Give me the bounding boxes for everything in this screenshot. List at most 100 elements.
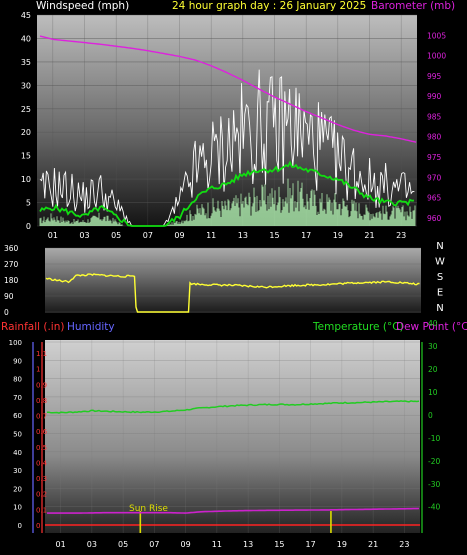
rainfall-tick: 1 — [36, 366, 40, 374]
temperature-tick: 40 — [428, 319, 438, 328]
rain-panel-background — [45, 340, 420, 533]
compass-label: N — [436, 241, 443, 252]
rain-hour-tick: 11 — [212, 540, 222, 549]
barometer-tick: 985 — [427, 112, 442, 121]
humidity-axis-title: Humidity — [67, 321, 115, 333]
barometer-tick-labels: 960 965 970 975 980 985 990 995 1000 1005 — [427, 31, 446, 223]
windspeed-tick: 15 — [21, 152, 31, 161]
temperature-axis-title: Temperature (°C) — [312, 321, 404, 333]
rain-hour-tick: 19 — [337, 540, 347, 549]
temperature-tick-labels: -40 -30 -20 -10 0 10 20 30 40 — [428, 319, 440, 512]
rain-hour-tick: 01 — [56, 540, 66, 549]
rain-hour-tick: 07 — [149, 540, 159, 549]
wind-hour-tick: 13 — [238, 231, 248, 240]
rain-hour-tick: 17 — [306, 540, 316, 549]
humidity-tick: 90 — [13, 357, 22, 365]
compass-label: W — [435, 257, 445, 268]
barometer-tick: 980 — [427, 133, 442, 142]
rainfall-tick: 0.3 — [36, 475, 47, 483]
humidity-tick-labels: 0 10 20 30 40 50 60 70 80 90 100 — [9, 339, 22, 530]
humidity-tick: 10 — [13, 504, 22, 512]
temperature-tick: 30 — [428, 342, 438, 351]
rain-hour-tick: 03 — [87, 540, 97, 549]
windspeed-tick: 5 — [26, 199, 31, 208]
temperature-tick: 20 — [428, 365, 438, 374]
barometer-tick: 995 — [427, 72, 442, 81]
direction-tick: 360 — [4, 244, 19, 253]
windspeed-tick: 40 — [21, 34, 31, 43]
direction-tick: 0 — [4, 308, 9, 317]
direction-tick: 180 — [4, 276, 19, 285]
wind-hour-tick: 05 — [111, 231, 121, 240]
direction-tick-labels: 0 90 180 270 360 — [4, 244, 19, 317]
rainfall-tick: 0.1 — [36, 506, 47, 514]
windspeed-tick: 45 — [21, 11, 31, 20]
humidity-tick: 100 — [9, 339, 22, 347]
windspeed-tick: 20 — [21, 128, 31, 137]
wind-hour-tick: 03 — [79, 231, 89, 240]
temperature-tick: -30 — [428, 480, 440, 489]
rainfall-tick: 0.4 — [36, 459, 48, 467]
compass-labels: NWSEN — [435, 241, 445, 314]
weather-chart: Windspeed (mph) 24 hour graph day : 26 J… — [1, 0, 467, 549]
humidity-tick: 70 — [13, 394, 22, 402]
windspeed-axis-title: Windspeed (mph) — [36, 0, 129, 12]
wind-hour-tick: 21 — [364, 231, 374, 240]
rainfall-tick: 0.5 — [36, 444, 47, 452]
temperature-tick: -40 — [428, 503, 440, 512]
rainfall-axis-title: Rainfall (.in) — [1, 321, 64, 333]
rain-hour-tick: 13 — [243, 540, 253, 549]
rainfall-tick: 0.2 — [36, 491, 47, 499]
humidity-tick: 30 — [13, 467, 22, 475]
temperature-tick: -10 — [428, 434, 440, 443]
rainfall-tick: 1.1 — [36, 350, 47, 358]
windspeed-tick: 10 — [21, 175, 31, 184]
humidity-tick: 0 — [18, 522, 22, 530]
sunrise-label: Sun Rise — [129, 504, 168, 514]
wind-hour-tick: 15 — [269, 231, 279, 240]
rain-hour-tick: 09 — [181, 540, 191, 549]
wind-hour-tick: 23 — [396, 231, 406, 240]
humidity-tick: 80 — [13, 376, 22, 384]
rainfall-tick: 0.9 — [36, 381, 47, 389]
wind-hour-tick: 01 — [48, 231, 58, 240]
humidity-tick: 20 — [13, 485, 22, 493]
barometer-tick: 990 — [427, 92, 442, 101]
wind-hour-tick: 09 — [174, 231, 184, 240]
windspeed-tick: 35 — [21, 58, 31, 67]
compass-label: E — [437, 288, 443, 299]
compass-label: N — [436, 303, 443, 314]
direction-tick: 270 — [4, 260, 19, 269]
rainfall-tick: 0.6 — [36, 428, 48, 436]
barometer-tick: 975 — [427, 153, 442, 162]
barometer-tick: 960 — [427, 214, 442, 223]
barometer-tick: 970 — [427, 173, 442, 182]
rain-hour-tick: 15 — [274, 540, 284, 549]
windspeed-tick: 0 — [26, 222, 31, 231]
wind-hour-tick-labels: 01 03 05 07 09 11 13 15 17 19 21 23 — [48, 231, 407, 240]
barometer-tick: 1005 — [427, 31, 446, 40]
wind-hour-tick: 07 — [143, 231, 153, 240]
windspeed-tick: 30 — [21, 81, 31, 90]
temperature-tick: 10 — [428, 388, 438, 397]
compass-label: S — [437, 272, 443, 283]
wind-hour-tick: 17 — [301, 231, 311, 240]
temperature-tick: 0 — [428, 411, 433, 420]
weather-graph-page: Windspeed (mph) 24 hour graph day : 26 J… — [0, 0, 467, 555]
humidity-tick: 60 — [13, 412, 22, 420]
direction-panel-background — [45, 248, 421, 313]
windspeed-tick: 25 — [21, 105, 31, 114]
windspeed-tick-labels: 0 5 10 15 20 25 30 35 40 45 — [21, 11, 31, 231]
temperature-tick: -20 — [428, 457, 440, 466]
wind-hour-tick: 11 — [206, 231, 216, 240]
barometer-tick: 1000 — [427, 52, 446, 61]
chart-title: 24 hour graph day : 26 January 2025 — [172, 0, 366, 12]
direction-tick: 90 — [4, 292, 14, 301]
humidity-tick: 40 — [13, 449, 22, 457]
barometer-axis-title: Barometer (mb) — [371, 0, 455, 12]
rainfall-tick: 0.7 — [36, 413, 47, 421]
rain-hour-tick: 21 — [368, 540, 378, 549]
wind-hour-tick: 19 — [333, 231, 343, 240]
rain-hour-tick: 05 — [118, 540, 128, 549]
barometer-tick: 965 — [427, 194, 442, 203]
